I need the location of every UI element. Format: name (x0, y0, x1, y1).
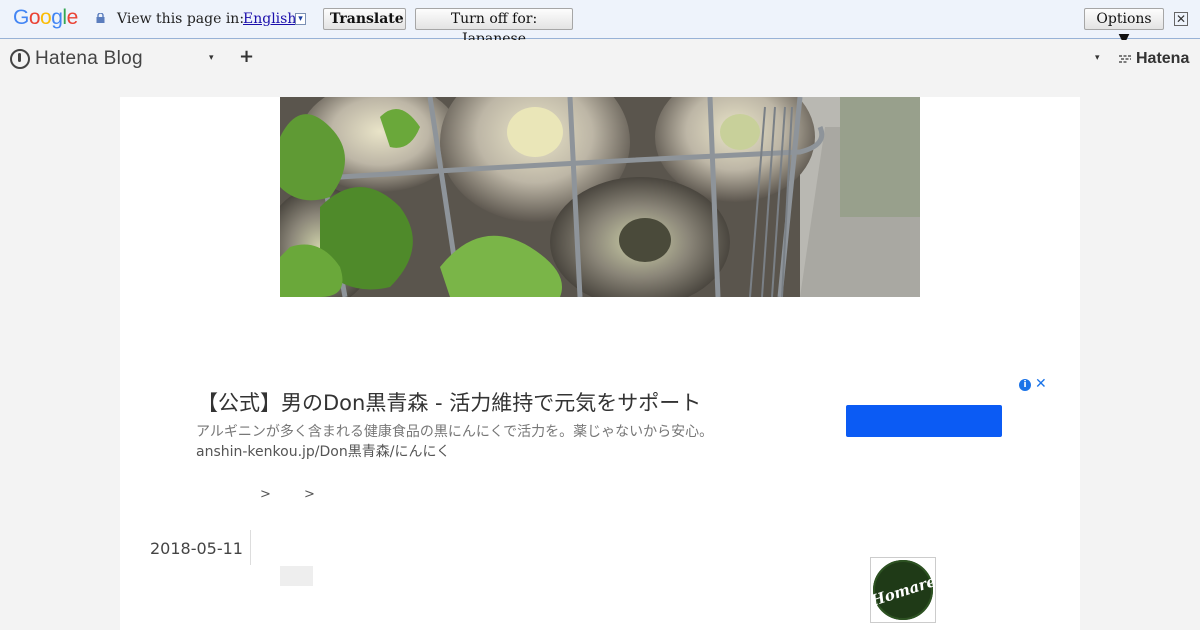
google-logo-letter: e (66, 6, 79, 29)
blog-header: Hatena Blog ▾ + ▾ Hatena (0, 40, 1200, 78)
ad-cta-button[interactable] (846, 405, 1002, 437)
profile-avatar[interactable]: Homare (868, 557, 938, 623)
google-logo-letter: g (51, 6, 63, 29)
entry-category-tag[interactable] (280, 566, 313, 586)
translate-label: View this page in: (117, 11, 245, 27)
ad-headline[interactable]: 【公式】男のDon黒青森 - 活力維持で元気をサポート (197, 387, 701, 417)
date-divider (250, 530, 251, 565)
translate-button[interactable]: Translate (323, 8, 406, 30)
google-logo-letter: o (40, 6, 52, 29)
radish-basket-photo (280, 97, 920, 297)
hatena-mark-icon (1119, 55, 1131, 63)
hatena-link[interactable]: Hatena (1136, 50, 1189, 68)
breadcrumb-separator: > (260, 487, 271, 502)
header-image[interactable] (280, 97, 920, 297)
google-logo-letter: o (28, 6, 41, 29)
plus-icon[interactable]: + (239, 46, 254, 67)
google-logo-letter: G (13, 6, 29, 29)
google-logo: Google (13, 6, 78, 30)
close-translate-icon[interactable]: ✕ (1174, 12, 1188, 26)
breadcrumb-separator: > (304, 487, 315, 502)
homare-logo: Homare (868, 560, 938, 620)
blog-service-title[interactable]: Hatena Blog (35, 48, 143, 70)
ad-info-icon[interactable]: i (1019, 379, 1031, 391)
language-dropdown-icon[interactable]: ▾ (295, 13, 306, 25)
entry-date[interactable]: 2018-05-11 (150, 539, 243, 558)
blog-menu-dropdown-icon[interactable]: ▾ (209, 53, 214, 63)
hatena-blog-logo-icon[interactable] (10, 49, 30, 69)
lock-icon (96, 13, 105, 23)
language-select[interactable]: English (243, 11, 296, 27)
user-menu-dropdown-icon[interactable]: ▾ (1095, 53, 1100, 63)
turn-off-button[interactable]: Turn off for: Japanese (415, 8, 573, 47)
translate-bar: Google View this page in: English ▾ Tran… (0, 0, 1200, 47)
blog-content: 【公式】男のDon黒青森 - 活力維持で元気をサポート アルギニンが多く含まれる… (120, 97, 1080, 630)
ad-close-icon[interactable]: ✕ (1035, 376, 1047, 392)
options-button[interactable]: Options ▼ (1084, 8, 1164, 47)
ad-url[interactable]: anshin-kenkou.jp/Don黒青森/にんにく (196, 441, 450, 461)
ad-description: アルギニンが多く含まれる健康食品の黒にんにくで活力を。薬じゃないから安心。 (196, 424, 714, 440)
